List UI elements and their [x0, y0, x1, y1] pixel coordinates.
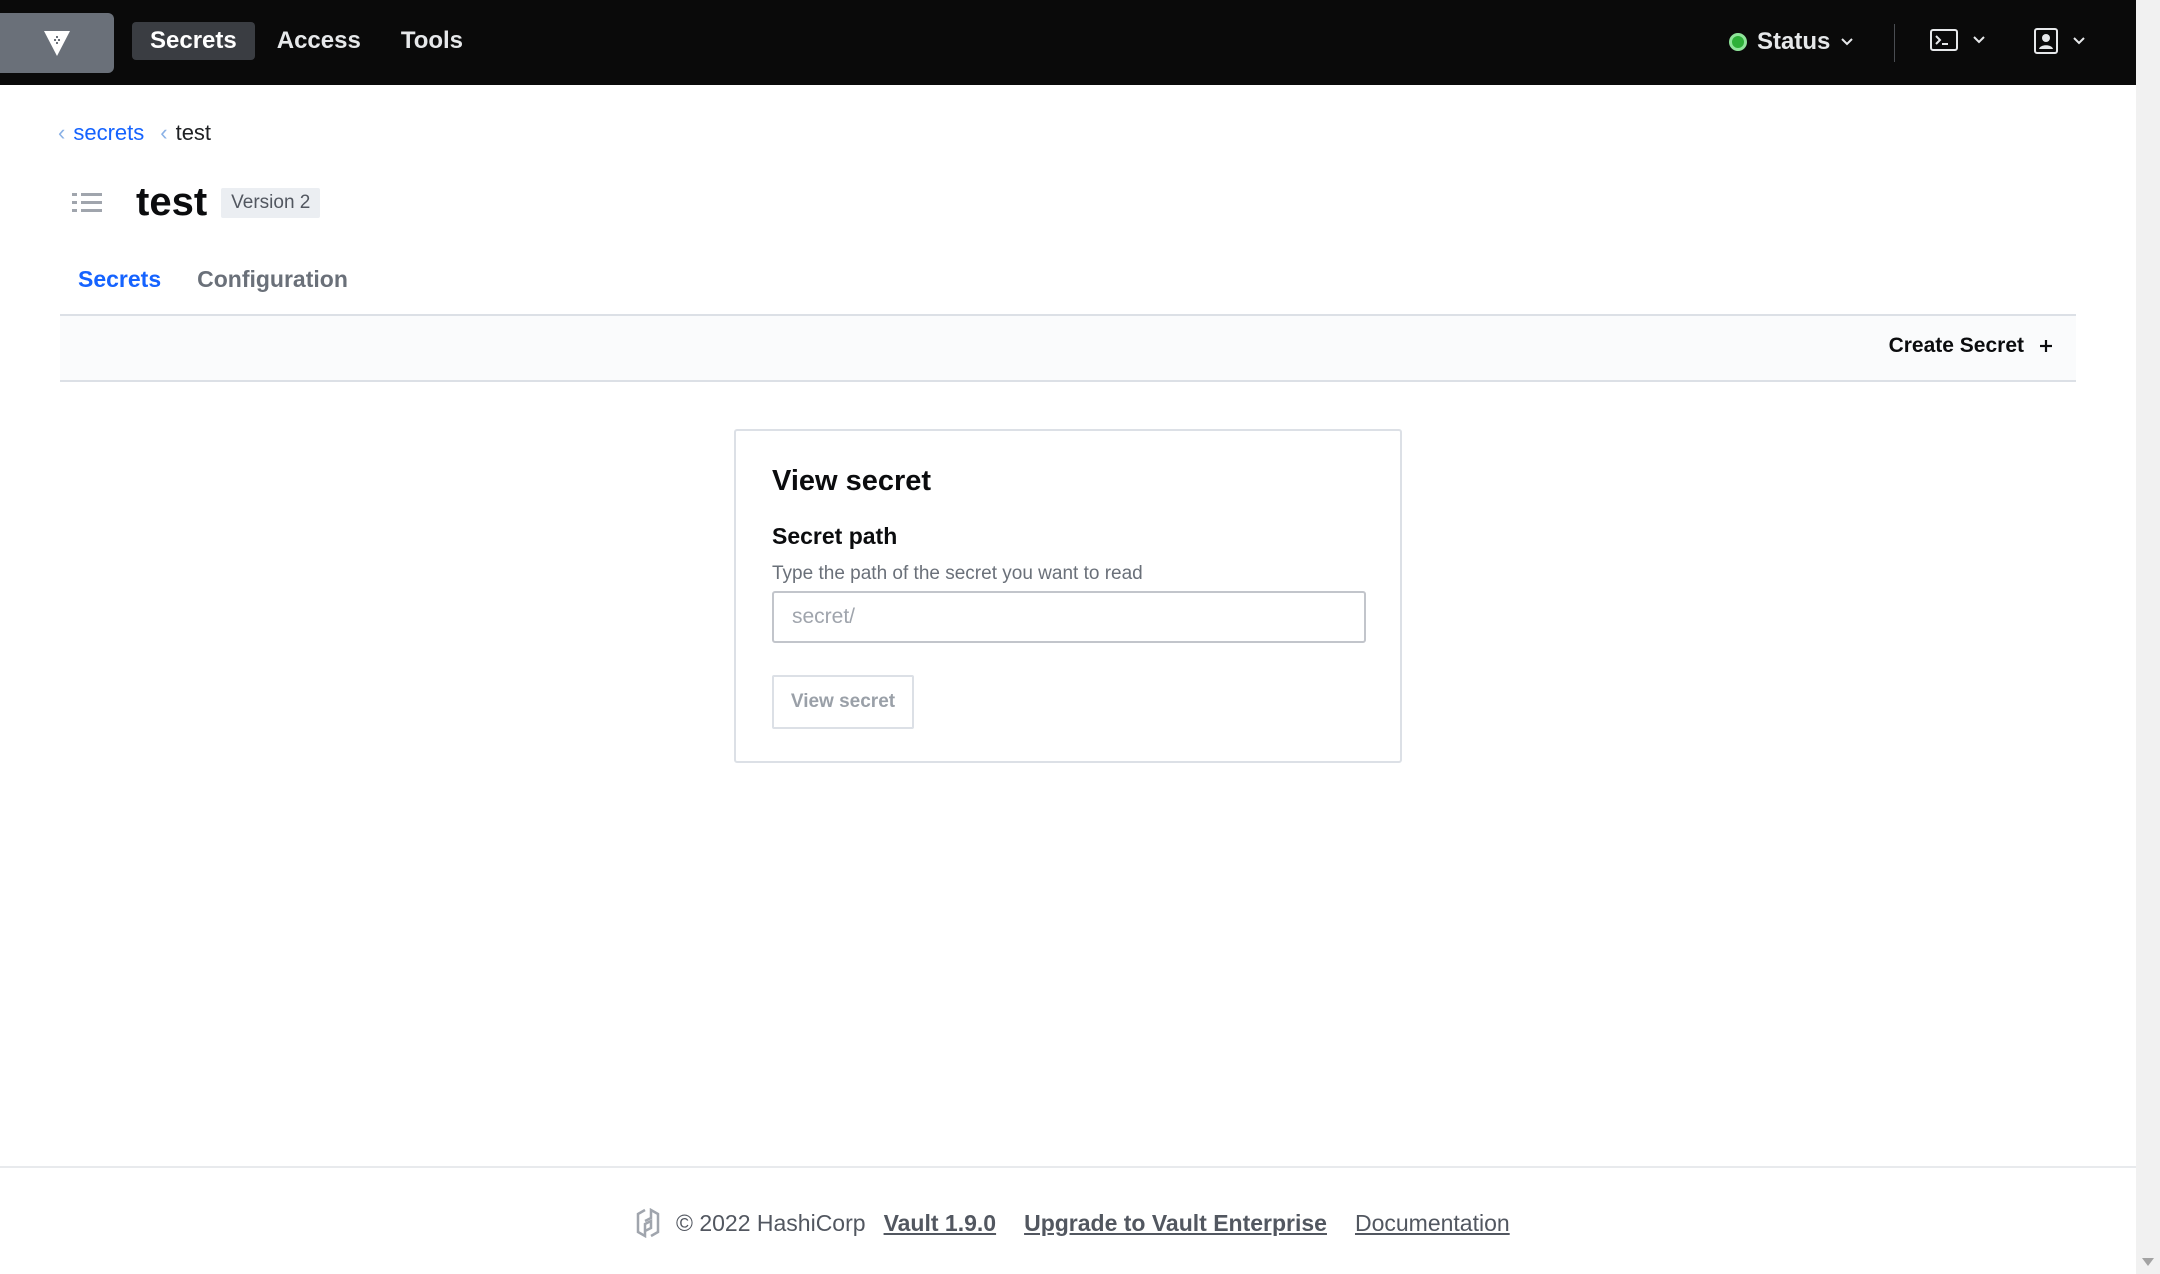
chevron-down-icon — [1841, 38, 1854, 46]
version-badge: Version 2 — [221, 187, 321, 218]
vertical-scrollbar[interactable] — [2136, 0, 2160, 1274]
scroll-down-arrow-icon[interactable] — [2142, 1258, 2154, 1266]
hashicorp-logo-icon — [636, 1208, 660, 1238]
nav-link-access[interactable]: Access — [259, 22, 379, 60]
documentation-link[interactable]: Documentation — [1355, 1210, 1510, 1237]
user-menu-button[interactable] — [2034, 28, 2086, 54]
status-menu-button[interactable]: Status — [1729, 28, 1854, 56]
chevron-down-icon — [1973, 36, 1985, 44]
top-navbar: Secrets Access Tools Status — [0, 0, 2136, 85]
footer: © 2022 HashiCorp Vault 1.9.0 Upgrade to … — [0, 1166, 2136, 1274]
tab-secrets[interactable]: Secrets — [60, 256, 180, 318]
breadcrumb-link-secrets[interactable]: secrets — [73, 120, 144, 146]
chevron-down-icon — [2073, 37, 2085, 45]
plus-icon — [2040, 340, 2052, 352]
page-header: test Version 2 — [72, 180, 321, 225]
list-icon — [72, 192, 102, 212]
vault-logo-button[interactable] — [0, 13, 114, 73]
view-secret-card: View secret Secret path Type the path of… — [734, 429, 1402, 763]
upgrade-enterprise-link[interactable]: Upgrade to Vault Enterprise — [1024, 1210, 1327, 1237]
toolbar: Create Secret — [60, 314, 2076, 382]
secret-path-input[interactable] — [772, 591, 1366, 643]
terminal-icon — [1930, 29, 1958, 51]
create-secret-button[interactable]: Create Secret — [1889, 334, 2054, 358]
secret-path-label: Secret path — [772, 523, 898, 549]
chevron-left-icon: ‹ — [160, 120, 168, 145]
copyright-text: © 2022 HashiCorp — [676, 1209, 866, 1236]
nav-link-secrets[interactable]: Secrets — [132, 22, 255, 60]
nav-link-tools[interactable]: Tools — [383, 22, 481, 60]
view-secret-button[interactable]: View secret — [772, 675, 914, 729]
breadcrumb: ‹ secrets ‹ test — [58, 120, 211, 146]
secret-path-help: Type the path of the secret you want to … — [772, 563, 1143, 584]
vault-logo-icon — [44, 31, 70, 56]
console-menu-button[interactable] — [1930, 28, 1986, 52]
create-secret-label: Create Secret — [1888, 334, 2024, 357]
tab-configuration[interactable]: Configuration — [179, 256, 366, 318]
card-title: View secret — [772, 465, 932, 497]
page-title: test — [136, 180, 208, 224]
status-indicator-icon — [1729, 33, 1747, 51]
page: Secrets Access Tools Status ‹ secrets ‹ … — [0, 0, 2160, 1274]
user-icon — [2034, 28, 2058, 54]
primary-nav: Secrets Access Tools — [132, 22, 481, 60]
breadcrumb-current: test — [175, 120, 212, 145]
tab-bar: Secrets Configuration — [60, 256, 366, 318]
chevron-left-icon: ‹ — [58, 120, 66, 145]
nav-divider — [1894, 24, 1895, 62]
vault-version-link[interactable]: Vault 1.9.0 — [884, 1210, 997, 1237]
status-label: Status — [1757, 28, 1831, 55]
footer-content: © 2022 HashiCorp Vault 1.9.0 Upgrade to … — [634, 1208, 1538, 1238]
